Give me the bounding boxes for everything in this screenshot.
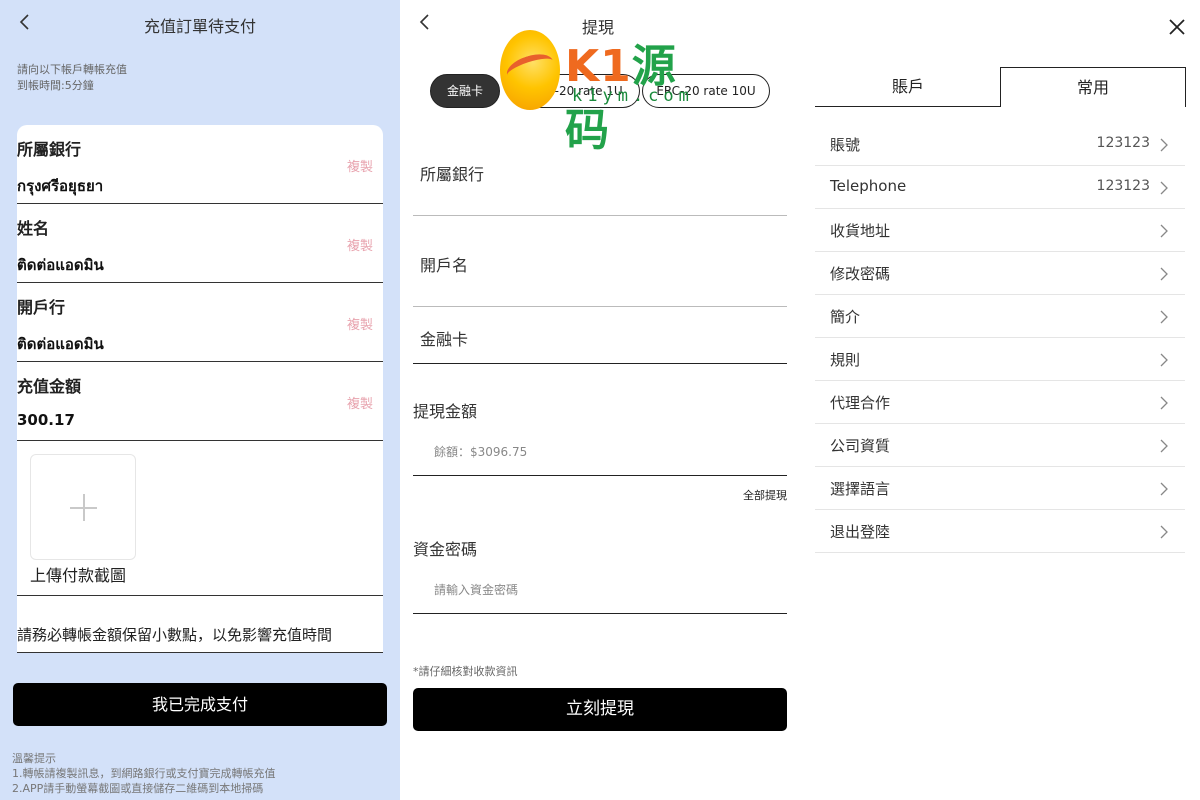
info-value: ติดต่อแอดมิน: [17, 256, 104, 274]
menu-item-agency[interactable]: 代理合作: [815, 381, 1185, 424]
tips-title: 溫馨提示: [12, 752, 56, 765]
menu-label: 公司資質: [830, 437, 891, 455]
withdraw-panel: 提現 金融卡 C-20 rate 1U ERC-20 rate 10U K1源码…: [400, 0, 800, 800]
menu-label: 修改密碼: [830, 265, 891, 283]
notice-line-2: 到帳時間:5分鐘: [17, 79, 94, 92]
menu-item-company-credentials[interactable]: 公司資質: [815, 424, 1185, 467]
menu-label: Telephone: [830, 177, 907, 195]
deposit-panel: 充值訂單待支付 請向以下帳戶轉帳充值 到帳時間:5分鐘 所屬銀行 กรุงศรี…: [0, 0, 400, 800]
info-label: 所屬銀行: [17, 140, 82, 159]
menu-label: 收貨地址: [830, 222, 891, 240]
upload-screenshot-button[interactable]: [30, 454, 136, 560]
fund-password-input[interactable]: 請輸入資金密碼: [413, 568, 787, 614]
chevron-right-icon: [1160, 181, 1168, 195]
tips-line-1: 1.轉帳請複製訊息，到網路銀行或支付寶完成轉帳充值: [12, 767, 276, 780]
info-value: 300.17: [17, 411, 75, 429]
withdraw-all-link[interactable]: 全部提現: [743, 487, 787, 503]
chevron-right-icon: [1160, 267, 1168, 281]
plus-icon: [83, 494, 85, 521]
menu-item-telephone[interactable]: Telephone 123123: [815, 166, 1185, 209]
copy-button[interactable]: 複製: [347, 314, 373, 333]
method-tab-bank-card[interactable]: 金融卡: [430, 74, 500, 108]
chevron-right-icon: [1160, 525, 1168, 539]
profile-panel: 賬戶 常用 賬號 123123 Telephone 123123 收貨地址 修改…: [800, 0, 1200, 800]
menu-label: 退出登陸: [830, 523, 891, 541]
withdraw-amount-input[interactable]: 餘額：$3096.75: [413, 430, 787, 476]
info-row-name: 姓名 ติดต่อแอดมิน 複製: [17, 204, 383, 283]
upload-label: 上傳付款截圖: [30, 566, 127, 585]
copy-button[interactable]: 複製: [347, 235, 373, 254]
menu-item-logout[interactable]: 退出登陸: [815, 510, 1185, 553]
menu-label: 規則: [830, 351, 861, 369]
copy-button[interactable]: 複製: [347, 156, 373, 175]
info-row-amount: 充值金額 300.17 複製: [17, 362, 383, 441]
menu-item-change-password[interactable]: 修改密碼: [815, 252, 1185, 295]
info-label: 充值金額: [17, 377, 82, 396]
info-value: ติดต่อแอดมิน: [17, 335, 104, 353]
chevron-right-icon: [1160, 439, 1168, 453]
account-name-field[interactable]: 開戶名: [413, 216, 787, 307]
menu-item-rules[interactable]: 規則: [815, 338, 1185, 381]
field-label: 所屬銀行: [420, 165, 485, 184]
transfer-notice: 請向以下帳戶轉帳充值 到帳時間:5分鐘: [17, 62, 127, 94]
bank-card-field[interactable]: 金融卡: [413, 307, 787, 364]
tab-account[interactable]: 賬戶: [815, 67, 1001, 107]
menu-item-intro[interactable]: 簡介: [815, 295, 1185, 338]
menu-label: 選擇語言: [830, 480, 891, 498]
bank-field[interactable]: 所屬銀行: [413, 130, 787, 216]
payment-done-button[interactable]: 我已完成支付: [13, 683, 387, 726]
watermark-logo: K1源码 k1ym.com: [500, 28, 705, 156]
withdraw-now-button[interactable]: 立刻提現: [413, 688, 787, 731]
withdraw-amount-label: 提現金額: [413, 402, 478, 421]
divider: [17, 595, 383, 596]
tab-common[interactable]: 常用: [1000, 67, 1186, 107]
menu-item-account[interactable]: 賬號 123123: [815, 123, 1185, 166]
info-label: 開戶行: [17, 298, 66, 317]
chevron-right-icon: [1160, 310, 1168, 324]
menu-label: 簡介: [830, 308, 861, 326]
chevron-right-icon: [1160, 353, 1168, 367]
back-arrow-icon[interactable]: [416, 12, 436, 32]
field-label: 開戶名: [420, 256, 469, 275]
close-icon[interactable]: [1167, 17, 1187, 37]
chevron-right-icon: [1160, 224, 1168, 238]
tips: 溫馨提示 1.轉帳請複製訊息，到網路銀行或支付寶完成轉帳充值 2.APP請手動螢…: [12, 751, 276, 796]
decimal-warning: 請務必轉帳金額保留小數點，以免影響充值時間: [17, 626, 333, 644]
tips-line-2: 2.APP請手動螢幕截圖或直接儲存二維碼到本地掃碼: [12, 782, 264, 795]
chevron-right-icon: [1160, 396, 1168, 410]
menu-value: 123123: [1096, 135, 1150, 151]
password-placeholder: 請輸入資金密碼: [434, 583, 519, 597]
balance-placeholder: 餘額：$3096.75: [434, 445, 528, 459]
notice-line-1: 請向以下帳戶轉帳充值: [17, 63, 127, 76]
fund-password-label: 資金密碼: [413, 540, 478, 559]
menu-item-address[interactable]: 收貨地址: [815, 209, 1185, 252]
menu-value: 123123: [1096, 178, 1150, 194]
divider: [17, 652, 383, 653]
info-row-bank: 所屬銀行 กรุงศรีอยุธยา 複製: [17, 125, 383, 204]
settings-menu: 賬號 123123 Telephone 123123 收貨地址 修改密碼 簡介 …: [815, 123, 1185, 553]
info-value: กรุงศรีอยุธยา: [17, 177, 104, 195]
menu-label: 賬號: [830, 136, 861, 154]
page-title: 充值訂單待支付: [143, 17, 256, 36]
menu-label: 代理合作: [830, 394, 891, 412]
chevron-right-icon: [1160, 482, 1168, 496]
chevron-right-icon: [1160, 138, 1168, 152]
watermark-subtext: k1ym.com: [572, 86, 694, 106]
field-label: 金融卡: [420, 330, 469, 349]
account-info-card: 所屬銀行 กรุงศรีอยุธยา 複製 姓名 ติดต่อแอดมิน 複製…: [17, 125, 383, 653]
info-label: 姓名: [17, 219, 50, 238]
menu-item-language[interactable]: 選擇語言: [815, 467, 1185, 510]
copy-button[interactable]: 複製: [347, 393, 373, 412]
verify-note: *請仔細核對收款資訊: [413, 665, 518, 678]
info-row-branch: 開戶行 ติดต่อแอดมิน 複製: [17, 283, 383, 362]
